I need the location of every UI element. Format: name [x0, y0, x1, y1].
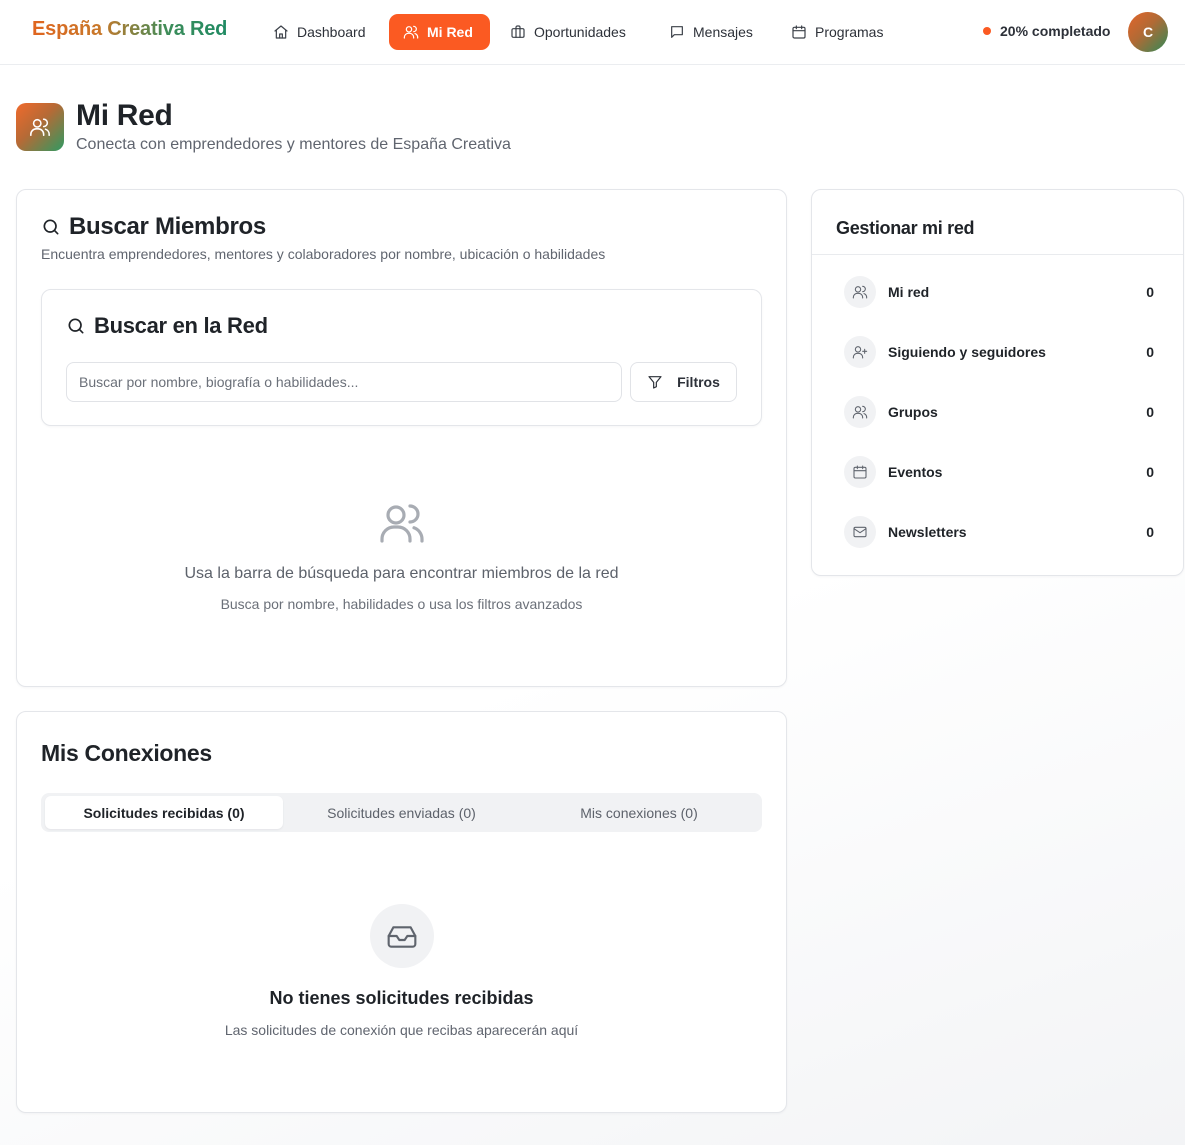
divider	[812, 254, 1183, 255]
profile-progress[interactable]: 20% completado	[983, 23, 1110, 39]
search-card-description: Encuentra emprendedores, mentores y cola…	[41, 246, 606, 262]
manage-item-eventos[interactable]: Eventos 0	[844, 456, 1154, 490]
nav-item-dashboard[interactable]: Dashboard	[259, 14, 380, 50]
connections-empty-subtitle: Las solicitudes de conexión que recibas …	[224, 1022, 579, 1038]
connections-empty-title: No tienes solicitudes recibidas	[269, 988, 534, 1008]
search-network-title: Buscar en la Red	[94, 313, 268, 338]
tab-my-connections[interactable]: Mis conexiones (0)	[520, 796, 758, 829]
connections-tabs: Solicitudes recibidas (0) Solicitudes en…	[41, 793, 762, 832]
search-icon	[68, 318, 84, 334]
nav-label: Oportunidades	[534, 24, 626, 40]
search-card-title: Buscar Miembros	[69, 213, 266, 240]
nav-item-mensajes[interactable]: Mensajes	[655, 14, 767, 50]
search-icon	[43, 219, 59, 235]
connections-title: Mis Conexiones	[41, 740, 212, 766]
manage-item-newsletters[interactable]: Newsletters 0	[844, 516, 1154, 550]
icon-badge	[844, 336, 876, 368]
user-plus-icon	[852, 346, 868, 359]
inbox-icon-badge	[370, 904, 434, 968]
users-icon	[852, 285, 868, 299]
users-icon	[30, 118, 50, 137]
manage-network-card: Gestionar mi red Mi red 0 Siguiendo y se…	[811, 189, 1184, 576]
manage-item-count: 0	[1146, 284, 1154, 300]
users-icon	[852, 405, 868, 419]
icon-badge	[844, 456, 876, 488]
manage-item-count: 0	[1146, 524, 1154, 540]
manage-item-count: 0	[1146, 344, 1154, 360]
nav-label: Mensajes	[693, 24, 753, 40]
avatar[interactable]: C	[1128, 12, 1168, 52]
icon-badge	[844, 276, 876, 308]
manage-item-label: Grupos	[888, 404, 938, 420]
inbox-icon	[387, 926, 417, 948]
top-navigation: España Creativa Red Dashboard Mi Red Opo…	[0, 0, 1185, 65]
home-icon	[274, 25, 288, 39]
manage-item-label: Siguiendo y seguidores	[888, 344, 1046, 360]
page-header-icon	[16, 103, 64, 151]
message-icon	[671, 26, 683, 38]
users-icon	[403, 25, 419, 39]
mail-icon	[853, 526, 867, 538]
icon-badge	[844, 516, 876, 548]
nav-item-programas[interactable]: Programas	[777, 14, 897, 50]
search-empty-subtitle: Busca por nombre, habilidades o usa los …	[220, 596, 583, 612]
page-subtitle: Conecta con emprendedores y mentores de …	[76, 136, 511, 153]
manage-item-label: Eventos	[888, 464, 943, 480]
manage-item-mi-red[interactable]: Mi red 0	[844, 276, 1154, 310]
search-empty-title: Usa la barra de búsqueda para encontrar …	[184, 565, 619, 582]
nav-item-oportunidades[interactable]: Oportunidades	[496, 14, 640, 50]
manage-item-label: Newsletters	[888, 524, 967, 540]
search-members-card: Buscar Miembros Encuentra emprendedores,…	[16, 189, 787, 687]
page-title: Mi Red	[76, 99, 173, 132]
tab-sent-requests[interactable]: Solicitudes enviadas (0)	[283, 796, 520, 829]
search-input[interactable]	[66, 362, 622, 402]
search-network-panel: Buscar en la Red Filtros	[41, 289, 762, 426]
progress-dot	[983, 27, 991, 35]
brand-logo[interactable]: España Creativa Red	[32, 18, 227, 41]
manage-item-count: 0	[1146, 404, 1154, 420]
connections-card: Mis Conexiones Solicitudes recibidas (0)…	[16, 711, 787, 1113]
calendar-icon	[853, 465, 867, 479]
filter-icon	[648, 376, 662, 389]
icon-badge	[844, 396, 876, 428]
manage-item-count: 0	[1146, 464, 1154, 480]
nav-label: Programas	[815, 24, 884, 40]
calendar-icon	[792, 25, 806, 39]
manage-network-title: Gestionar mi red	[836, 218, 975, 238]
nav-label: Mi Red	[427, 24, 473, 40]
manage-item-grupos[interactable]: Grupos 0	[844, 396, 1154, 430]
progress-label: 20% completado	[1000, 23, 1111, 39]
filters-button[interactable]: Filtros	[630, 362, 737, 402]
nav-label: Dashboard	[297, 24, 366, 40]
tab-received-requests[interactable]: Solicitudes recibidas (0)	[45, 796, 283, 829]
manage-item-siguiendo[interactable]: Siguiendo y seguidores 0	[844, 336, 1154, 370]
users-icon	[380, 504, 424, 543]
briefcase-icon	[511, 25, 525, 38]
manage-item-label: Mi red	[888, 284, 930, 300]
filters-label: Filtros	[677, 374, 720, 390]
nav-item-mi-red[interactable]: Mi Red	[389, 14, 490, 50]
